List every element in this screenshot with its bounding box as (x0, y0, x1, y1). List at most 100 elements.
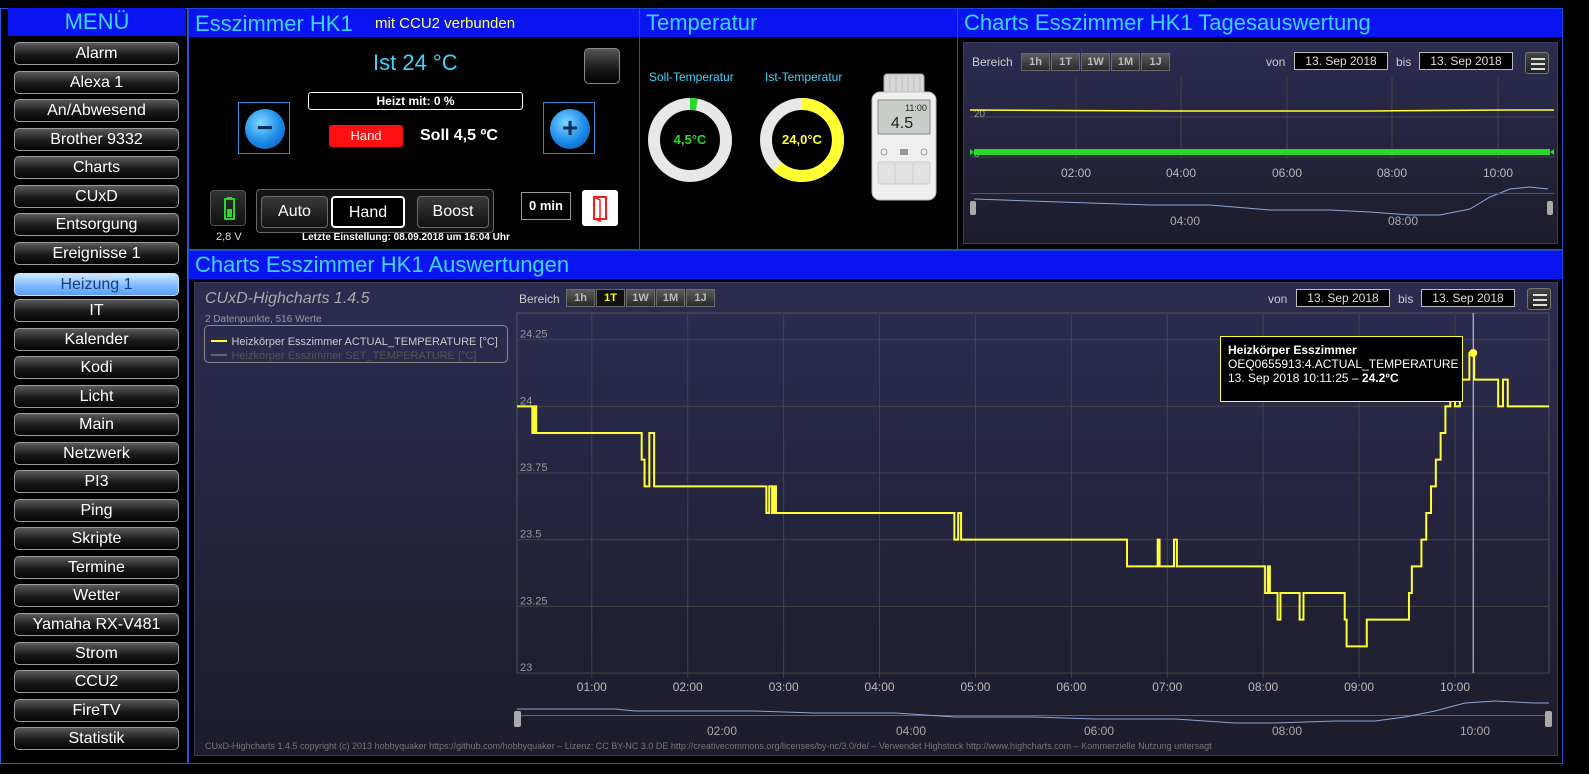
chart-tooltip: Heizkörper Esszimmer OEQ0655913:4.ACTUAL… (1220, 336, 1463, 402)
day-nav-handle-right[interactable] (1547, 201, 1553, 215)
y-tick-label: 23.75 (520, 462, 548, 474)
menu-item-licht[interactable]: Licht (14, 385, 179, 408)
day-chart: Bereich 1h 1T 1W 1M 1J von 13. Sep 2018 … (963, 42, 1558, 244)
menu-item-kodi[interactable]: Kodi (14, 356, 179, 379)
day-x-tick-0400: 04:00 (1166, 166, 1196, 180)
x-tick-label: 10:00 (1440, 680, 1470, 694)
menu-item-entsorgung[interactable]: Entsorgung (14, 213, 179, 236)
menu-item-charts[interactable]: Charts (14, 156, 179, 179)
day-range-1h[interactable]: 1h (1021, 53, 1050, 71)
day-nav-tick-0400: 04:00 (1170, 214, 1200, 228)
x-tick-label: 03:00 (769, 680, 799, 694)
soll-gauge: 4,5°C (648, 98, 732, 182)
menu-item-cuxd[interactable]: CUxD (14, 185, 179, 208)
day-range-1m[interactable]: 1M (1111, 53, 1140, 71)
highlight-point (1469, 349, 1478, 357)
menu-item-strom[interactable]: Strom (14, 642, 179, 665)
menu-item-brother-9332[interactable]: Brother 9332 (14, 128, 179, 151)
menu-item-heizung-1[interactable]: Heizung 1 (14, 273, 179, 296)
main-nav-handle-right[interactable] (1545, 711, 1552, 727)
day-range-1j[interactable]: 1J (1141, 53, 1170, 71)
x-tick-label: 02:00 (673, 680, 703, 694)
tooltip-timestamp: 13. Sep 2018 10:11:25 – (1228, 371, 1362, 385)
day-menu-button[interactable] (1525, 52, 1549, 74)
menu-item-ereignisse-1[interactable]: Ereignisse 1 (14, 242, 179, 265)
tooltip-time: 13. Sep 2018 10:11:25 – 24.2°C (1228, 371, 1455, 385)
x-tick-label: 04:00 (865, 680, 895, 694)
day-x-tick-0600: 06:00 (1272, 166, 1302, 180)
menu-item-yamaha-rx-v481[interactable]: Yamaha RX-V481 (14, 613, 179, 636)
day-nav-tick-0800: 08:00 (1388, 214, 1418, 228)
window-button[interactable] (582, 190, 618, 226)
toggle-button[interactable] (584, 48, 620, 84)
connection-status: mit CCU2 verbunden (375, 15, 516, 32)
menu-item-statistik[interactable]: Statistik (14, 727, 179, 750)
battery-icon (224, 197, 235, 220)
soll-temperature: Soll 4,5 ºC (420, 127, 498, 144)
device-display: 4.5 (891, 115, 913, 132)
mode-badge: Hand (329, 125, 403, 147)
menu-item-pi3[interactable]: PI3 (14, 470, 179, 493)
menu-item-netzwerk[interactable]: Netzwerk (14, 442, 179, 465)
mode-group: Auto Hand Boost (256, 189, 494, 233)
x-tick-label: 05:00 (960, 680, 990, 694)
tooltip-datapoint: OEQ0655913:4.ACTUAL_TEMPERATURE (1228, 357, 1459, 371)
day-range-1t[interactable]: 1T (1051, 53, 1080, 71)
menu-item-termine[interactable]: Termine (14, 556, 179, 579)
mode-hand-button[interactable]: Hand (331, 196, 405, 228)
ist-gauge: 24,0°C (760, 98, 844, 182)
mode-boost-button[interactable]: Boost (417, 196, 489, 228)
menu-item-alarm[interactable]: Alarm (14, 42, 179, 65)
menu-item-kalender[interactable]: Kalender (14, 328, 179, 351)
day-range-1w[interactable]: 1W (1081, 53, 1110, 71)
day-bis-label: bis (1396, 55, 1412, 69)
main-nav-tick-0800: 08:00 (1272, 724, 1302, 738)
x-tick-label: 08:00 (1248, 680, 1278, 694)
day-von-input[interactable]: 13. Sep 2018 (1294, 52, 1388, 70)
main-nav-tick-0200: 02:00 (707, 724, 737, 738)
main-nav-handle-left[interactable] (514, 711, 521, 727)
x-tick-label: 09:00 (1344, 680, 1374, 694)
window-icon (593, 195, 607, 223)
tooltip-value: 24.2°C (1361, 371, 1399, 385)
soll-gauge-label: Soll-Temperatur (649, 70, 734, 84)
increase-button[interactable]: + (543, 102, 595, 154)
day-bereich-label: Bereich (972, 55, 1013, 69)
heizt-indicator: Heizt mit: 0 % (308, 92, 523, 110)
ist-temperature: Ist 24 °C (373, 50, 458, 75)
menu-item-alexa-1[interactable]: Alexa 1 (14, 71, 179, 94)
y-tick-label: 23 (520, 662, 532, 674)
day-bis-input[interactable]: 13. Sep 2018 (1419, 52, 1513, 70)
y-tick-label: 24.25 (520, 329, 548, 341)
boost-minutes: 0 min (521, 192, 571, 220)
x-tick-label: 01:00 (577, 680, 607, 694)
menu-item-skripte[interactable]: Skripte (14, 527, 179, 550)
ist-gauge-label: Ist-Temperatur (765, 70, 843, 84)
ist-gauge-value: 24,0°C (782, 132, 823, 147)
menu-item-an-abwesend[interactable]: An/Abwesend (14, 99, 179, 122)
temperatur-header: Temperatur (640, 9, 957, 37)
menu-item-ccu2[interactable]: CCU2 (14, 670, 179, 693)
plus-icon: + (550, 109, 590, 149)
menu-item-ping[interactable]: Ping (14, 499, 179, 522)
chart-footer: CUxD-Highcharts 1.4.5 copyright (c) 2013… (205, 741, 1212, 751)
thermostat-title: Esszimmer HK1 (195, 11, 353, 36)
menu-item-it[interactable]: IT (14, 299, 179, 322)
main-nav-tick-1000: 10:00 (1460, 724, 1490, 738)
x-tick-label: 06:00 (1056, 680, 1086, 694)
main-chart-header: Charts Esszimmer HK1 Auswertungen (189, 251, 1562, 279)
tooltip-title: Heizkörper Esszimmer (1228, 343, 1357, 357)
day-nav-handle-left[interactable] (970, 201, 976, 215)
menu-item-wetter[interactable]: Wetter (14, 584, 179, 607)
y-tick-label: 23.5 (520, 529, 541, 541)
mode-auto-button[interactable]: Auto (261, 196, 328, 228)
day-x-tick-0200: 02:00 (1061, 166, 1091, 180)
menu-item-main[interactable]: Main (14, 413, 179, 436)
x-tick-label: 07:00 (1152, 680, 1182, 694)
main-chart: CUxD-Highcharts 1.4.5 2 Datenpunkte, 516… (194, 282, 1558, 756)
menu-item-firetv[interactable]: FireTV (14, 699, 179, 722)
decrease-button[interactable]: − (238, 102, 290, 154)
device-time: 11:00 (905, 103, 927, 113)
battery-indicator (210, 190, 246, 226)
soll-gauge-value: 4,5°C (674, 132, 707, 147)
